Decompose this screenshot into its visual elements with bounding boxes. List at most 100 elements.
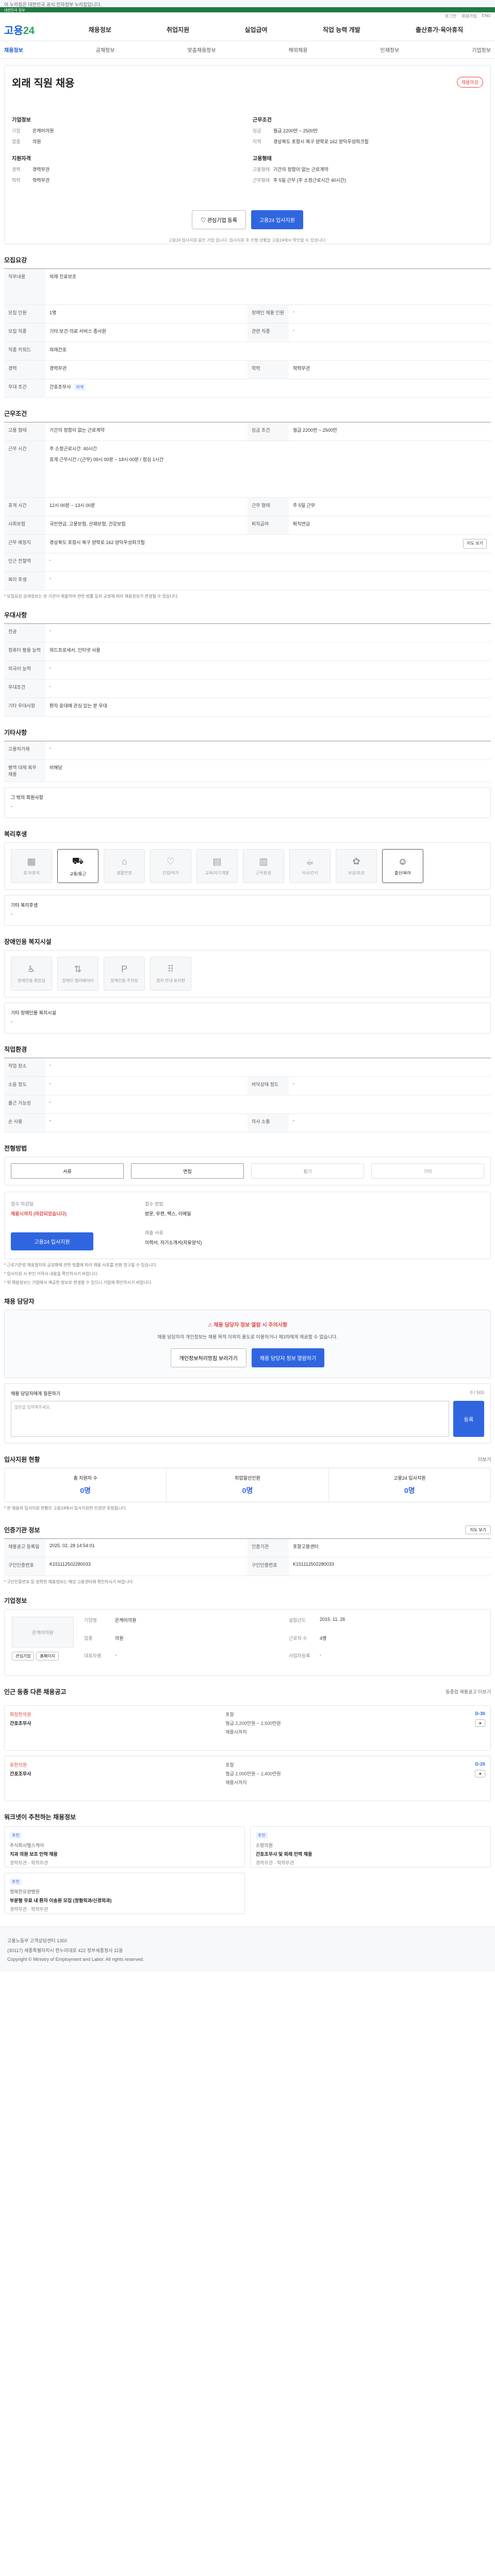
firm-value: -: [115, 1652, 117, 1658]
related-apply-button[interactable]: ▸: [475, 1770, 485, 1777]
related-more-link[interactable]: 동종업 채용공고 더보기: [446, 1688, 491, 1695]
pick-card[interactable]: 추천 소망의원 간호조무사 및 외래 인력 채용 경력무관 · 학력무관: [250, 1826, 491, 1868]
cell-value: 비해당: [50, 765, 62, 770]
map-button[interactable]: 지도 보기: [463, 539, 487, 549]
condition-group-title: 근무조건: [253, 117, 272, 123]
environment-table: 작업 장소 - 소음 정도 - 바닥상태 정도 - 출근 가능성 - 손 사용 - 의사 소통…: [4, 1058, 491, 1132]
disabled-card: ♿ 장애인용 화장실 ⇅ 장애인 엘리베이터 P 장애인용 주차장 ⠿ 점자 안내 표지판: [4, 950, 491, 997]
company-value: 온케어의원: [32, 128, 54, 133]
menu-item-training[interactable]: 직업 능력 개발: [323, 25, 360, 34]
qa-input[interactable]: 질문을 입력해주세요.: [11, 1401, 449, 1437]
subnav-item-public[interactable]: 공채정보: [96, 46, 115, 54]
view-contact-button[interactable]: 채용 담당자 정보 열람하기: [251, 1348, 325, 1367]
company-group: 기업정보 기업 온케어의원 업종 의원: [12, 110, 242, 149]
subnav-item-jobs[interactable]: 채용정보: [4, 46, 23, 54]
cell-key: 인근 전철역: [4, 553, 45, 571]
signup-link[interactable]: 회원가입: [461, 13, 476, 19]
deadline-label: 접수 마감일: [11, 1201, 34, 1207]
stat-value: 0명: [404, 1486, 415, 1495]
toilet-icon: ♿: [27, 964, 36, 974]
list-item[interactable]: 유한의원 간호조무사 포항 월급 2,000만원 ~ 2,400만원 채용시까지…: [4, 1756, 491, 1801]
subnav-item-talent[interactable]: 인재정보: [380, 46, 399, 54]
interest-company-button[interactable]: ♡ 관심기업 등록: [192, 210, 246, 229]
cell-key: 작업 장소: [4, 1058, 45, 1076]
table-row: 컴퓨터 활용 능력 워드프로세서, 인터넷 사용: [4, 642, 491, 661]
cell-value: K151112502280033: [293, 1562, 334, 1567]
education-key: 학력: [12, 178, 21, 183]
menu-item-jobs[interactable]: 채용정보: [89, 25, 111, 34]
firm-homepage-button[interactable]: 홈페이지: [36, 1652, 59, 1660]
post-map-button[interactable]: 지도 보기: [465, 1526, 491, 1534]
braille-icon: ⠿: [167, 964, 174, 974]
welfare-tile: ▦ 휴가/휴직: [11, 849, 52, 883]
cell-value: 워드프로세서, 인터넷 사용: [50, 648, 101, 653]
subnav-item-custom[interactable]: 맞춤채용정보: [188, 46, 216, 54]
stat-label: 총 지원자 수: [73, 1476, 97, 1481]
picks-section-title: 워크넷이 추천하는 채용정보: [4, 1814, 76, 1821]
career-value: 경력무관: [32, 167, 50, 172]
menu-item-unemployment[interactable]: 실업급여: [244, 25, 267, 34]
pick-company: 행복한요양병원: [10, 1889, 40, 1894]
cell-key: 전공: [4, 624, 45, 642]
related-title: 간호조무사: [10, 1721, 31, 1726]
welfare-tile-label: 휴가/휴직: [23, 871, 40, 875]
subnav-item-overseas[interactable]: 해외채용: [289, 46, 308, 54]
related-dday: D-20: [475, 1761, 485, 1767]
privacy-policy-button[interactable]: 개인정보처리방침 보러가기: [170, 1348, 246, 1367]
welfare-tile: ⌂ 생활안정: [104, 849, 145, 883]
pick-card[interactable]: 추천 행복한요양병원 부분형 무료 내 환자 이송원 모집 (정형외과/신경외과…: [4, 1873, 245, 1914]
privacy-alert: ⚠ 채용 담당자 정보 열람 시 주의사항 채용 담당자의 개인정보는 채용 목…: [4, 1310, 491, 1378]
table-row: 손 사용 - 의사 소통 -: [4, 1114, 491, 1132]
welfare-etc-box: 기타 복리후생 -: [4, 895, 491, 926]
welfare-tile: ▤ 교육/자기개발: [196, 849, 238, 883]
table-row: 모집 인원 1명 장애인 채용 인원 -: [4, 305, 491, 324]
docs-label: 제출 서류: [145, 1230, 163, 1235]
firm-card: 온케어의원 관심기업 홈페이지 기업명 온케어의원 설립년도 2015. 11. 2…: [4, 1609, 491, 1676]
heart-icon: ♡: [201, 218, 207, 224]
related-dday: D-30: [475, 1711, 485, 1716]
qa-box: 채용 담당자에게 질문하기 0 / 500 질문을 입력해주세요. 등록: [4, 1383, 491, 1444]
lang-link[interactable]: ENG: [482, 13, 491, 18]
cell-value: 1명: [50, 310, 57, 315]
related-wage: 월급 2,200만원 ~ 2,500만원: [225, 1721, 281, 1726]
logo-text-b: 24: [23, 25, 35, 37]
gift-icon: ✿: [352, 856, 360, 867]
site-logo[interactable]: 고용24: [4, 22, 61, 37]
stats-section-title: 입사지원 현황: [4, 1456, 40, 1463]
related-apply-button[interactable]: ▸: [475, 1719, 485, 1727]
menu-item-leave[interactable]: 출산휴가·육아휴직: [416, 25, 463, 34]
qa-submit-button[interactable]: 등록: [453, 1401, 484, 1437]
apply-card: 접수 마감일 채용시까지 (마감되었습니다) 고용24 입사지원 접수 방법 방…: [4, 1192, 491, 1259]
pick-card[interactable]: 추천 주식회사헬스케어 치과 의원 보조 인력 채용 경력무관 · 학력무관: [4, 1826, 245, 1868]
post-info-title: 인증기관 정보: [4, 1527, 40, 1534]
related-region: 포항: [225, 1762, 234, 1768]
table-row: 병역 대체 복무 채용 비해당: [4, 760, 491, 782]
recruit-table: 직무내용 외래 진료보조 모집 인원 1명 장애인 채용 인원 - 모집 직종 기타 …: [4, 268, 491, 398]
work-section-title: 근무조건: [4, 410, 27, 417]
industry-value: 의원: [32, 139, 41, 144]
employment-group-title: 고용형태: [253, 156, 272, 162]
pick-tag: 추천: [10, 1878, 22, 1885]
menu-item-support[interactable]: 취업지원: [167, 25, 189, 34]
apply-button[interactable]: 고용24 입사지원: [251, 210, 303, 229]
work-address: 경상북도 포항시 북구 양학로 162 양덕우성파크힐: [50, 540, 145, 545]
cell-key: 컴퓨터 활용 능력: [4, 642, 45, 660]
stats-more-link[interactable]: 더보기: [478, 1456, 491, 1463]
login-link[interactable]: 로그인: [445, 13, 456, 19]
deadline-value: 채용시까지 (마감되었습니다): [11, 1211, 67, 1216]
work-type-key: 근무형태: [253, 178, 270, 183]
firm-interest-button[interactable]: 관심기업: [12, 1652, 35, 1660]
cell-value: 퇴직연금: [293, 521, 310, 527]
welfare-tile: ♡ 건강/여가: [150, 849, 191, 883]
table-row: 사회보험 국민연금, 고용보험, 산재보험, 건강보험 퇴직급여 퇴직연금: [4, 516, 491, 535]
apply-now-button[interactable]: 고용24 입사지원: [11, 1232, 93, 1250]
subnav-item-company[interactable]: 기업정보: [472, 46, 491, 54]
welfare-tile-label: 교육/자기개발: [205, 871, 229, 875]
cell-value: 환자 응대에 관심 있는 분 우대: [50, 703, 107, 708]
sub-nav: 채용정보 공채정보 맞춤채용정보 해외채용 인재정보 기업정보: [0, 41, 495, 59]
cell-value: 간호조무사 자격: [45, 379, 491, 397]
list-item[interactable]: 화정한의원 간호조무사 포항 월급 2,200만원 ~ 2,500만원 채용시까…: [4, 1705, 491, 1751]
cell-value: 12시 00분 ~ 13시 00분: [50, 503, 95, 508]
cell-value: -: [50, 576, 51, 581]
job-summary-card: 외래 직원 채용 채용마감 기업정보 기업 온케어의원 업종 의원 근무조건 임금 월…: [4, 65, 491, 244]
